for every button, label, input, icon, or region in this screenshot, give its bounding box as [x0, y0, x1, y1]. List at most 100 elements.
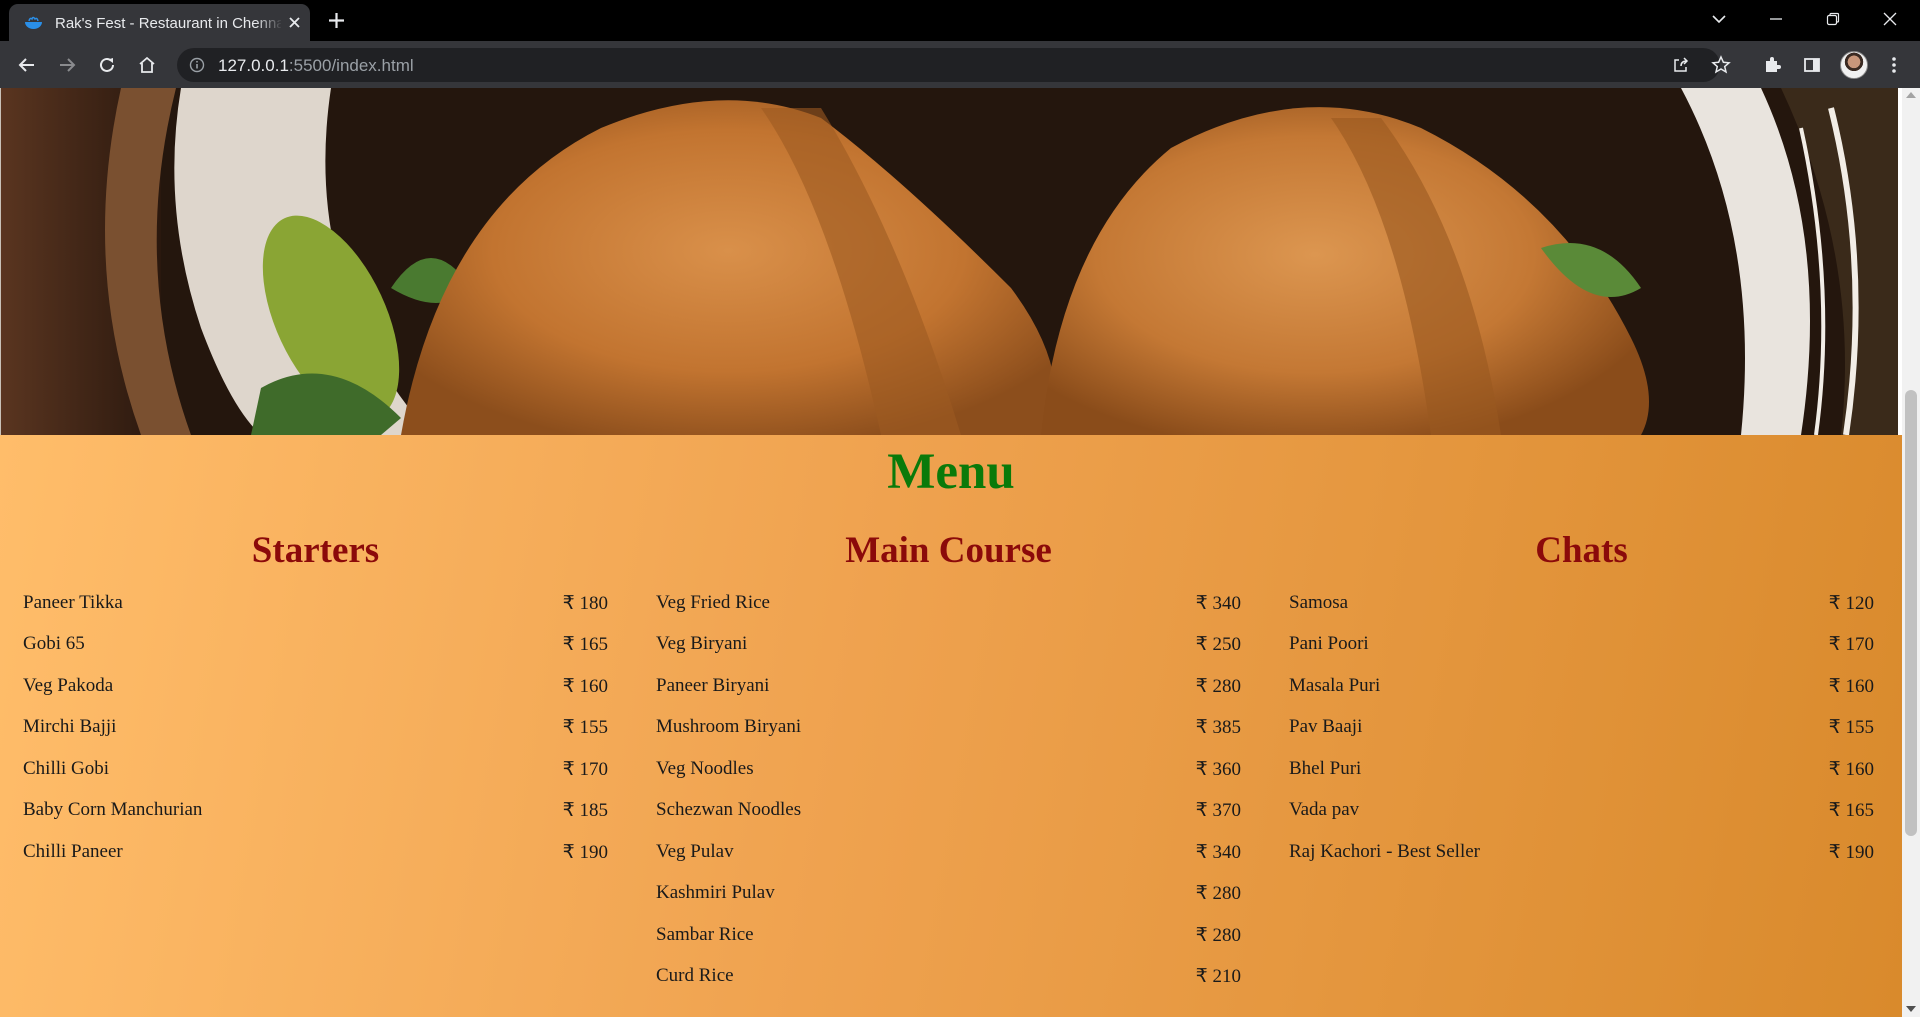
browser-toolbar: 127.0.0.1:5500/index.html: [0, 41, 1920, 88]
menu-item: Bhel Puri ₹ 160: [1289, 758, 1874, 788]
menu-item: Schezwan Noodles ₹ 370: [656, 799, 1241, 829]
scrollbar-thumb[interactable]: [1905, 390, 1917, 836]
reload-button[interactable]: [95, 53, 119, 77]
item-name: Schezwan Noodles: [656, 799, 802, 820]
more-menu-button[interactable]: [1882, 53, 1906, 77]
menu-item: Veg Pakoda ₹ 160: [23, 675, 608, 705]
close-icon[interactable]: [286, 14, 303, 31]
star-icon[interactable]: [1711, 55, 1731, 75]
forward-button[interactable]: [55, 53, 79, 77]
samosa-photo: [1, 88, 1898, 435]
window-close-icon: [1883, 12, 1897, 26]
menu-item: Mirchi Bajji ₹ 155: [23, 716, 608, 746]
menu-item: Pav Baaji ₹ 155: [1289, 716, 1874, 746]
menu-item: Veg Biryani ₹ 250: [656, 633, 1241, 663]
item-price: ₹ 170: [1828, 634, 1874, 655]
column-title: Chats: [1535, 530, 1628, 571]
scroll-up-arrow[interactable]: [1906, 92, 1916, 98]
info-icon[interactable]: [189, 57, 205, 73]
menu-item: Raj Kachori - Best Seller ₹ 190: [1289, 841, 1874, 871]
menu-item: Gobi 65 ₹ 165: [23, 633, 608, 663]
item-price: ₹ 120: [1828, 593, 1874, 614]
item-name: Gobi 65: [23, 633, 85, 654]
item-name: Curd Rice: [656, 965, 734, 986]
item-price: ₹ 190: [562, 842, 608, 863]
item-price: ₹ 340: [1195, 593, 1241, 614]
tab-strip: Rak's Fest - Restaurant in Chennai: [0, 0, 1920, 41]
item-price: ₹ 250: [1195, 634, 1241, 655]
extensions-button[interactable]: [1760, 53, 1784, 77]
menu-item: Baby Corn Manchurian ₹ 185: [23, 799, 608, 829]
item-name: Pani Poori: [1289, 633, 1369, 654]
address-bar[interactable]: 127.0.0.1:5500/index.html: [177, 48, 1731, 82]
item-name: Masala Puri: [1289, 675, 1381, 696]
column-title: Starters: [251, 530, 380, 571]
url-host: 127.0.0.1: [218, 56, 289, 75]
profile-avatar[interactable]: [1840, 51, 1868, 79]
item-price: ₹ 160: [1828, 676, 1874, 697]
menu-item: Pani Poori ₹ 170: [1289, 633, 1874, 663]
item-price: ₹ 160: [1828, 759, 1874, 780]
item-price: ₹ 280: [1195, 883, 1241, 904]
column-title: Main Course: [845, 530, 1052, 571]
menu-item: Kashmiri Pulav ₹ 280: [656, 882, 1241, 912]
item-name: Paneer Tikka: [23, 592, 123, 613]
menu-item: Masala Puri ₹ 160: [1289, 675, 1874, 705]
scroll-down-arrow[interactable]: [1906, 1006, 1916, 1012]
item-name: Mirchi Bajji: [23, 716, 117, 737]
item-price: ₹ 370: [1195, 800, 1241, 821]
item-name: Vada pav: [1289, 799, 1360, 820]
restore-icon: [1826, 12, 1840, 26]
item-price: ₹ 280: [1195, 676, 1241, 697]
item-name: Chilli Paneer: [23, 841, 123, 862]
menu-item: Paneer Biryani ₹ 280: [656, 675, 1241, 705]
item-name: Kashmiri Pulav: [656, 882, 775, 903]
browser-tab[interactable]: Rak's Fest - Restaurant in Chennai: [9, 4, 310, 41]
item-price: ₹ 155: [1828, 717, 1874, 738]
item-price: ₹ 165: [1828, 800, 1874, 821]
chevron-down-icon: [1712, 15, 1726, 24]
item-name: Paneer Biryani: [656, 675, 770, 696]
menu-item: Samosa ₹ 120: [1289, 592, 1874, 622]
item-price: ₹ 160: [562, 676, 608, 697]
item-name: Mushroom Biryani: [656, 716, 802, 737]
menu-item: Chilli Gobi ₹ 170: [23, 758, 608, 788]
side-panel-button[interactable]: [1800, 53, 1824, 77]
back-arrow-icon: [18, 58, 34, 72]
tab-search-button[interactable]: [1691, 0, 1747, 38]
item-price: ₹ 210: [1195, 966, 1241, 987]
menu-item: Curd Rice ₹ 210: [656, 965, 1241, 995]
tab-title-fade: [255, 10, 283, 36]
url-path: :5500/index.html: [288, 56, 414, 75]
minimize-button[interactable]: [1748, 0, 1804, 38]
menu-item: Veg Noodles ₹ 360: [656, 758, 1241, 788]
home-button[interactable]: [135, 53, 159, 77]
item-name: Veg Pakoda: [23, 675, 114, 696]
menu-section: Menu Starters Paneer Tikka ₹ 180 Gobi 65 ₹…: [0, 435, 1902, 1017]
window-close-button[interactable]: [1862, 0, 1918, 38]
item-name: Bhel Puri: [1289, 758, 1362, 779]
menu-item: Sambar Rice ₹ 280: [656, 924, 1241, 954]
back-button[interactable]: [15, 53, 39, 77]
vertical-scrollbar[interactable]: [1902, 88, 1920, 1017]
item-name: Raj Kachori - Best Seller: [1289, 841, 1481, 862]
item-name: Pav Baaji: [1289, 716, 1363, 737]
restore-button[interactable]: [1805, 0, 1861, 38]
more-vert-icon: [1892, 57, 1896, 73]
home-icon: [139, 56, 155, 73]
plus-icon[interactable]: [326, 10, 347, 31]
item-price: ₹ 340: [1195, 842, 1241, 863]
menu-item: Chilli Paneer ₹ 190: [23, 841, 608, 871]
item-price: ₹ 280: [1195, 925, 1241, 946]
menu-title: Menu: [887, 444, 1015, 500]
menu-item: Vada pav ₹ 165: [1289, 799, 1874, 829]
item-name: Veg Noodles: [656, 758, 754, 779]
item-price: ₹ 170: [562, 759, 608, 780]
item-name: Baby Corn Manchurian: [23, 799, 203, 820]
share-icon[interactable]: [1672, 56, 1690, 74]
side-panel-icon: [1804, 58, 1820, 72]
item-name: Veg Fried Rice: [656, 592, 770, 613]
url-text[interactable]: 127.0.0.1:5500/index.html: [218, 56, 414, 76]
reload-icon: [100, 57, 114, 72]
item-name: Veg Biryani: [656, 633, 748, 654]
